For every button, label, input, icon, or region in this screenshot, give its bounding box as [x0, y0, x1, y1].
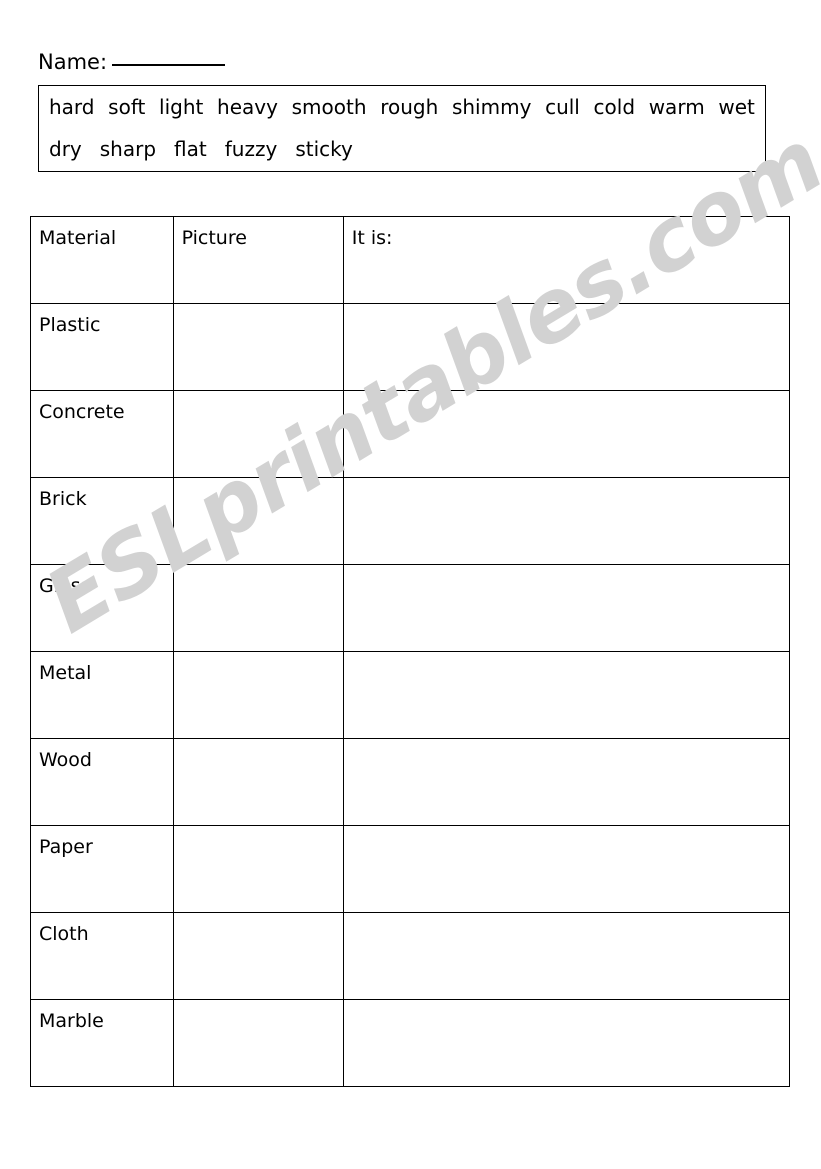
cell-it-is[interactable]: [342, 390, 791, 478]
cell-picture[interactable]: [172, 390, 344, 478]
header-cell-picture: Picture: [172, 216, 344, 304]
word-bank-word: fuzzy: [224, 137, 278, 161]
cell-material: Cloth: [30, 912, 174, 1000]
word-bank-row-2: dry sharp flat fuzzy sticky: [39, 128, 765, 170]
word-bank-word: cold: [593, 95, 636, 119]
worksheet-page: Name: hard soft light heavy smooth rough…: [0, 0, 821, 1169]
cell-it-is[interactable]: [342, 738, 791, 826]
word-bank-word: flat: [174, 137, 207, 161]
word-bank-row-1: hard soft light heavy smooth rough shimm…: [39, 86, 765, 128]
table-row: Cloth: [30, 912, 791, 1000]
table-row: Metal: [30, 651, 791, 739]
cell-picture[interactable]: [172, 477, 344, 565]
table-row: Brick: [30, 477, 791, 565]
word-bank-word: soft: [108, 95, 146, 119]
name-field: Name:: [38, 48, 226, 74]
header-cell-material: Material: [30, 216, 174, 304]
cell-it-is[interactable]: [342, 651, 791, 739]
cell-picture[interactable]: [172, 999, 344, 1087]
name-label: Name:: [38, 50, 108, 74]
word-bank-word: sharp: [99, 137, 157, 161]
cell-material: Plastic: [30, 303, 174, 391]
header-cell-it-is: It is:: [342, 216, 791, 304]
word-bank: hard soft light heavy smooth rough shimm…: [38, 85, 766, 172]
table-header-row: Material Picture It is:: [30, 216, 791, 304]
cell-picture[interactable]: [172, 825, 344, 913]
table-row: Glass: [30, 564, 791, 652]
table-row: Marble: [30, 999, 791, 1087]
cell-it-is[interactable]: [342, 999, 791, 1087]
table-row: Plastic: [30, 303, 791, 391]
word-bank-word: dry: [49, 137, 82, 161]
word-bank-word: cull: [545, 95, 580, 119]
cell-material: Wood: [30, 738, 174, 826]
word-bank-word: light: [159, 95, 204, 119]
cell-material: Marble: [30, 999, 174, 1087]
word-bank-word: warm: [648, 95, 705, 119]
cell-it-is[interactable]: [342, 303, 791, 391]
cell-picture[interactable]: [172, 303, 344, 391]
cell-material: Glass: [30, 564, 174, 652]
word-bank-word: heavy: [217, 95, 278, 119]
cell-material: Metal: [30, 651, 174, 739]
word-bank-word: wet: [718, 95, 755, 119]
word-bank-word: rough: [380, 95, 439, 119]
cell-material: Paper: [30, 825, 174, 913]
word-bank-word: hard: [49, 95, 95, 119]
cell-picture[interactable]: [172, 912, 344, 1000]
word-bank-word: smooth: [291, 95, 367, 119]
cell-it-is[interactable]: [342, 564, 791, 652]
word-bank-word: shimmy: [451, 95, 532, 119]
materials-table: Material Picture It is: Plastic Concrete…: [30, 216, 791, 1087]
cell-it-is[interactable]: [342, 477, 791, 565]
table-row: Concrete: [30, 390, 791, 478]
cell-picture[interactable]: [172, 651, 344, 739]
table-row: Wood: [30, 738, 791, 826]
cell-picture[interactable]: [172, 564, 344, 652]
name-blank-line[interactable]: [112, 48, 226, 66]
word-bank-word: sticky: [295, 137, 353, 161]
cell-it-is[interactable]: [342, 825, 791, 913]
cell-material: Concrete: [30, 390, 174, 478]
cell-material: Brick: [30, 477, 174, 565]
cell-it-is[interactable]: [342, 912, 791, 1000]
table-row: Paper: [30, 825, 791, 913]
cell-picture[interactable]: [172, 738, 344, 826]
